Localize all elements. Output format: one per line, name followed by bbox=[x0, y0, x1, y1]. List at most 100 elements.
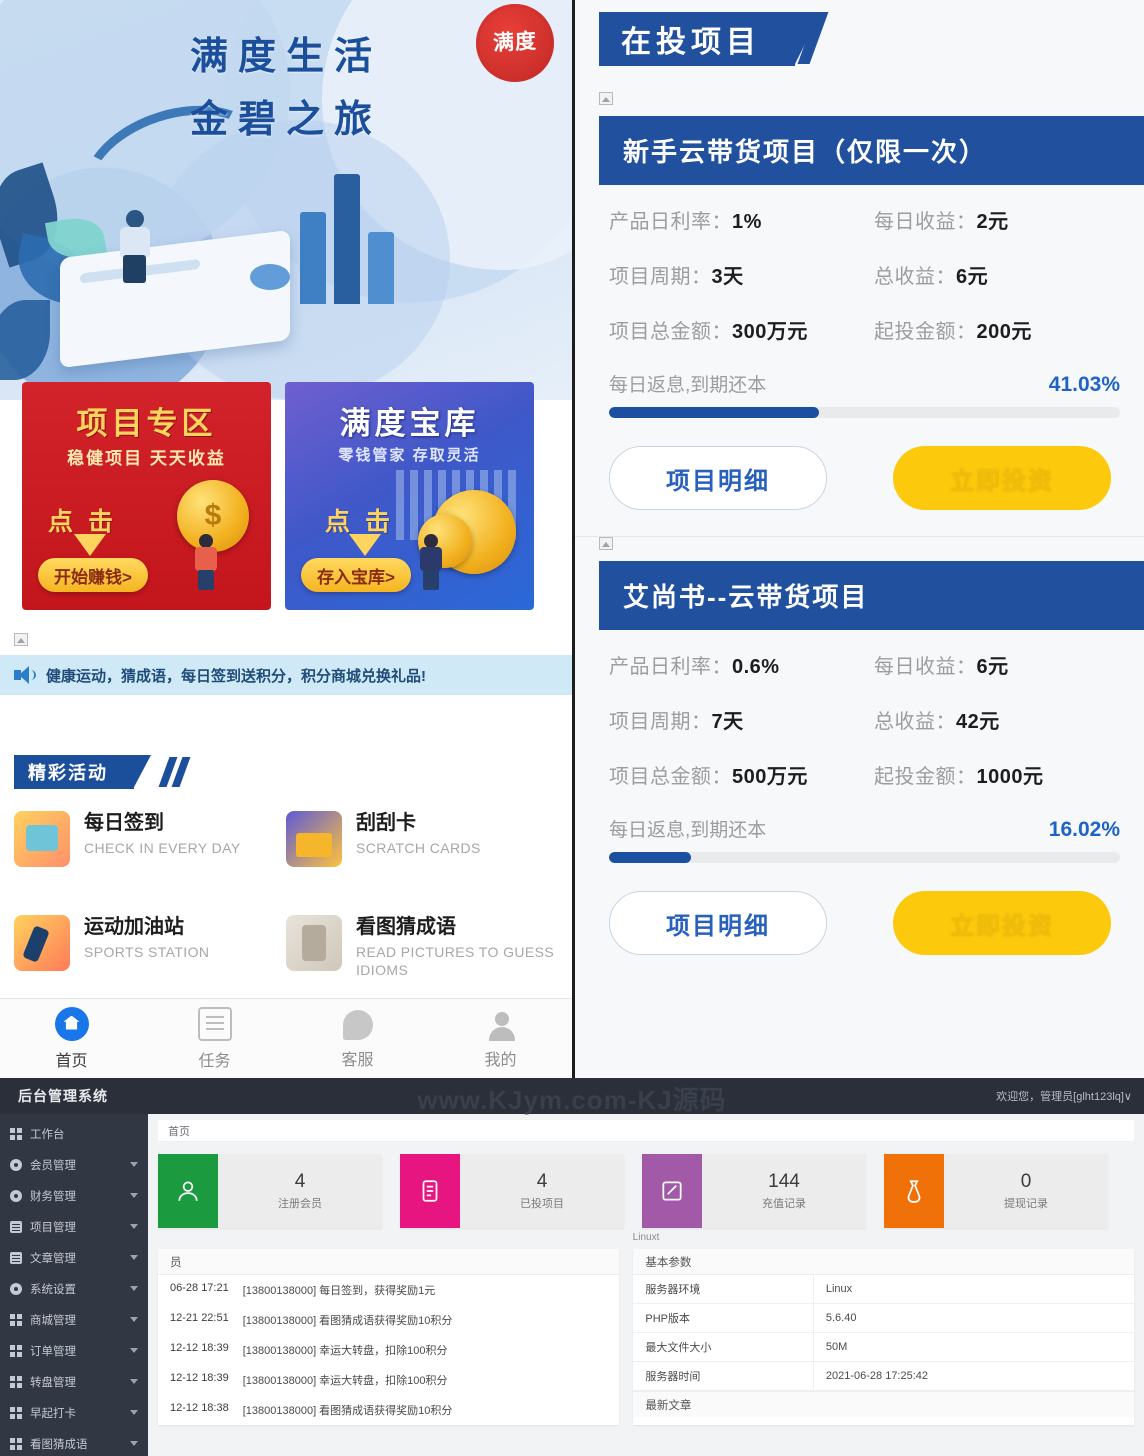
progress-row: 每日返息,到期还本 16.02% bbox=[609, 815, 1120, 842]
table-row: 12-12 18:38 [13800138000] 看图猜成语获得奖励10积分 bbox=[158, 1395, 619, 1425]
activity-item-idioms[interactable]: 看图猜成语 READ PICTURES TO GUESS IDIOMS bbox=[286, 915, 558, 979]
detail-daily-income: 每日收益：6元 bbox=[874, 656, 1009, 678]
detail-total-amount: 项目总金额：300万元 bbox=[609, 321, 808, 343]
notice-bar[interactable]: 健康运动，猜成语，每日签到送积分，积分商城兑换礼品! bbox=[0, 655, 572, 695]
panel-title: 基本参数 bbox=[633, 1249, 1134, 1275]
promo-banner-treasury[interactable]: 满度宝库 零钱管家 存取灵活 点 击 存入宝库> bbox=[285, 382, 534, 610]
chevron-down-icon bbox=[130, 1410, 138, 1415]
activity-label-cn: 刮刮卡 bbox=[356, 812, 416, 834]
param-key: 服务器时间 bbox=[633, 1361, 814, 1391]
detail-total-income: 总收益：42元 bbox=[874, 711, 1000, 733]
sidebar-item-members[interactable]: 会员管理 bbox=[0, 1149, 148, 1180]
hero-title-line2: 金碧之旅 bbox=[189, 98, 382, 141]
activity-label-en: READ PICTURES TO GUESS IDIOMS bbox=[356, 944, 555, 979]
activity-label-cn: 看图猜成语 bbox=[356, 916, 456, 938]
project-action-row: 项目明细 立即投资 bbox=[609, 891, 1120, 981]
activities-section: 精彩活动 每日签到 CHECK IN EVERY DAY 刮刮卡 SCRATCH… bbox=[0, 755, 572, 979]
sidebar-item-label: 看图猜成语 bbox=[30, 1438, 88, 1451]
invest-now-button[interactable]: 立即投资 bbox=[893, 891, 1111, 955]
param-value: 50M bbox=[813, 1332, 1134, 1362]
chevron-down-icon bbox=[130, 1224, 138, 1229]
promo-cta-button[interactable]: 开始赚钱> bbox=[38, 558, 148, 592]
leaf-icon-3 bbox=[0, 300, 50, 380]
broken-image-icon bbox=[599, 92, 613, 105]
person-icon bbox=[486, 1010, 516, 1041]
checkin-icon bbox=[14, 811, 70, 867]
param-key: 最大文件大小 bbox=[633, 1332, 814, 1362]
sidebar-item-idioms[interactable]: 看图猜成语 bbox=[0, 1428, 148, 1456]
sidebar-item-mall[interactable]: 商城管理 bbox=[0, 1304, 148, 1335]
table-row: 06-28 17:21 [13800138000] 每日签到，获得奖励1元 bbox=[158, 1275, 619, 1305]
sidebar-item-projects[interactable]: 项目管理 bbox=[0, 1211, 148, 1242]
screenshot-root: 满度生活 金碧之旅 满度 项目专区 稳健项目 天天收益 点 击 $ 开始赚钱> … bbox=[0, 0, 1144, 1456]
sidebar-item-finance[interactable]: 财务管理 bbox=[0, 1180, 148, 1211]
activity-item-sports[interactable]: 运动加油站 SPORTS STATION bbox=[14, 915, 286, 979]
admin-topbar: 后台管理系统 www.KJym.com-KJ源码 欢迎您，管理员[glht123… bbox=[0, 1078, 1144, 1115]
bar-chart-decor-3 bbox=[368, 232, 394, 304]
log-time: 12-12 18:39 bbox=[170, 1372, 229, 1384]
admin-sidebar: 工作台 会员管理 财务管理 项目管理 文章管理 系统设置 商城管理 订单管理 转… bbox=[0, 1114, 148, 1456]
linux-caption: Linuxt bbox=[632, 1232, 660, 1243]
project-detail-button[interactable]: 项目明细 bbox=[609, 891, 827, 955]
activity-item-scratch[interactable]: 刮刮卡 SCRATCH CARDS bbox=[286, 811, 558, 867]
log-time: 12-12 18:39 bbox=[170, 1342, 229, 1354]
arrow-down-icon bbox=[349, 534, 381, 556]
stat-card-recharges[interactable]: 144 充值记录 bbox=[642, 1154, 866, 1228]
tab-tasks[interactable]: 任务 bbox=[143, 999, 286, 1078]
ribbon-slash-decor bbox=[777, 12, 829, 64]
sidebar-item-articles[interactable]: 文章管理 bbox=[0, 1242, 148, 1273]
detail-period: 项目周期：7天 bbox=[609, 711, 744, 733]
stat-card-projects[interactable]: 4 已投项目 bbox=[400, 1154, 624, 1228]
log-text: [13800138000] 每日签到，获得奖励1元 bbox=[242, 1285, 436, 1297]
stat-value: 144 bbox=[768, 1171, 800, 1192]
invest-now-button[interactable]: 立即投资 bbox=[893, 446, 1111, 510]
project-card-1: 新手云带货项目（仅限一次） 产品日利率：1% 每日收益：2元 项目周期：3天 总… bbox=[575, 92, 1144, 536]
activity-item-checkin[interactable]: 每日签到 CHECK IN EVERY DAY bbox=[14, 811, 286, 867]
promo-title: 满度宝库 bbox=[339, 406, 480, 441]
mobile-home-screen: 满度生活 金碧之旅 满度 项目专区 稳健项目 天天收益 点 击 $ 开始赚钱> … bbox=[0, 0, 572, 1078]
stat-card-withdrawals[interactable]: 0 提现记录 bbox=[884, 1154, 1108, 1228]
table-row: 最大文件大小 50M bbox=[633, 1332, 1134, 1362]
tab-service[interactable]: 客服 bbox=[286, 999, 429, 1078]
list-icon bbox=[400, 1154, 460, 1228]
service-icon bbox=[342, 1009, 373, 1040]
progress-bar-fill bbox=[609, 852, 691, 863]
promo-subtitle: 稳健项目 天天收益 bbox=[67, 449, 226, 468]
stat-card-row: 4 注册会员 4 已投项目 144 充值记录 0 提现记录 bbox=[158, 1154, 1134, 1228]
grid-icon bbox=[10, 1127, 22, 1140]
detail-min-invest: 起投金额：200元 bbox=[874, 321, 1032, 343]
sidebar-item-label: 财务管理 bbox=[30, 1190, 76, 1203]
admin-user-menu[interactable]: 欢迎您，管理员[glht123lq]∨ bbox=[996, 1088, 1132, 1104]
broken-image-icon bbox=[14, 632, 28, 646]
promo-click-label: 点 击 bbox=[48, 508, 117, 536]
log-time: 06-28 17:21 bbox=[170, 1282, 229, 1294]
detail-total-amount: 项目总金额：500万元 bbox=[609, 766, 808, 788]
sidebar-item-settings[interactable]: 系统设置 bbox=[0, 1273, 148, 1304]
accent-dot bbox=[250, 264, 290, 290]
chevron-down-icon bbox=[130, 1379, 138, 1384]
log-time: 12-21 22:51 bbox=[170, 1312, 229, 1324]
sidebar-item-orders[interactable]: 订单管理 bbox=[0, 1335, 148, 1366]
sidebar-item-wheel[interactable]: 转盘管理 bbox=[0, 1366, 148, 1397]
section-title-ribbon: 精彩活动 bbox=[14, 755, 151, 789]
detail-total-income: 总收益：6元 bbox=[874, 266, 989, 288]
sidebar-item-workbench[interactable]: 工作台 bbox=[0, 1118, 148, 1149]
grid-icon bbox=[10, 1344, 22, 1357]
book-icon bbox=[10, 1220, 22, 1233]
project-card-body: 产品日利率：0.6% 每日收益：6元 项目周期：7天 总收益：42元 项目总金额… bbox=[575, 630, 1144, 981]
speaker-icon bbox=[14, 666, 36, 684]
tab-home[interactable]: 首页 bbox=[0, 999, 143, 1078]
sidebar-item-checkin[interactable]: 早起打卡 bbox=[0, 1397, 148, 1428]
sidebar-item-label: 会员管理 bbox=[30, 1159, 76, 1172]
promo-cta-button[interactable]: 存入宝库> bbox=[301, 558, 411, 592]
brand-stamp-icon: 满度 bbox=[476, 4, 554, 82]
stat-card-members[interactable]: 4 注册会员 bbox=[158, 1154, 382, 1228]
promo-title: 项目专区 bbox=[76, 406, 217, 441]
progress-bar bbox=[609, 852, 1120, 863]
stat-label: 提现记录 bbox=[1004, 1198, 1048, 1210]
promo-banner-projects[interactable]: 项目专区 稳健项目 天天收益 点 击 $ 开始赚钱> bbox=[22, 382, 271, 610]
broken-image-placeholder bbox=[599, 537, 1144, 555]
tab-profile[interactable]: 我的 bbox=[429, 999, 572, 1078]
repayment-note: 每日返息,到期还本 bbox=[609, 375, 767, 396]
project-detail-button[interactable]: 项目明细 bbox=[609, 446, 827, 510]
